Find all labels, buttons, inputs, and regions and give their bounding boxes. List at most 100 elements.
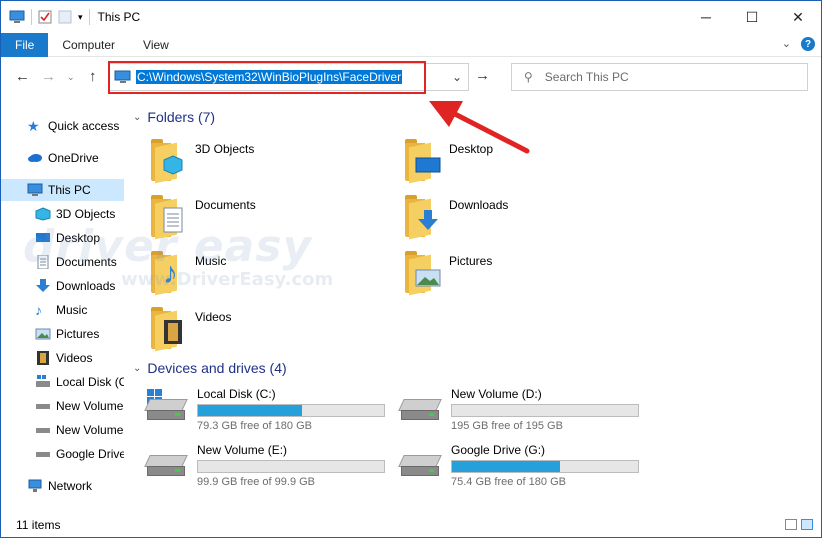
this-pc-icon[interactable] [9, 10, 25, 24]
tab-view[interactable]: View [129, 33, 183, 57]
drive-free-space: 75.4 GB free of 180 GB [451, 476, 566, 488]
sidebar-item-label: Music [56, 303, 88, 317]
search-box[interactable]: ⚲ Search This PC [511, 63, 808, 91]
customize-toolbar-icon[interactable]: ▾ [78, 12, 83, 23]
drive-new-volume-e[interactable]: New Volume (E:) 99.9 GB free of 99.9 GB [144, 443, 385, 488]
drive-icon [35, 423, 51, 437]
sidebar-item-label: This PC [48, 183, 91, 197]
desktop-icon [415, 157, 441, 173]
address-bar[interactable]: C:\Windows\System32\WinBioPlugIns\FaceDr… [108, 61, 469, 94]
drive-label: Local Disk (C:) [197, 387, 276, 401]
address-dropdown-icon[interactable]: ⌄ [452, 70, 462, 84]
sidebar-item-local-disk-c[interactable]: Local Disk (C:) [1, 371, 124, 393]
ribbon-tabs: File Computer View ⌄ ? [1, 32, 821, 57]
sidebar-item-label: 3D Objects [56, 207, 116, 221]
watermark-logo: driver easy [23, 221, 313, 272]
go-arrow-icon[interactable]: → [475, 67, 490, 84]
forward-arrow-icon[interactable]: → [41, 68, 56, 85]
up-arrow-icon[interactable]: ↑ [89, 68, 97, 85]
sidebar-item-downloads[interactable]: Downloads [1, 275, 124, 297]
drive-google-drive-g[interactable]: Google Drive (G:) 75.4 GB free of 180 GB [398, 443, 639, 488]
sidebar-item-label: Network [48, 479, 93, 493]
tab-file[interactable]: File [1, 32, 49, 57]
details-view-icon[interactable] [785, 519, 797, 530]
picture-icon [415, 269, 441, 287]
sidebar-item-label: OneDrive [48, 151, 99, 165]
chevron-down-icon: ⌄ [133, 111, 142, 123]
new-folder-icon[interactable] [58, 10, 72, 24]
sidebar-item-google-drive-g[interactable]: Google Drive (G:) [1, 443, 124, 465]
drive-usage-bar [451, 460, 639, 473]
sidebar-item-new-volume-d[interactable]: New Volume (D:) [1, 395, 124, 417]
folder-label: Pictures [449, 254, 493, 268]
help-icon[interactable]: ? [801, 37, 815, 51]
chevron-down-icon: ⌄ [133, 362, 142, 374]
film-icon [164, 320, 182, 344]
maximize-button[interactable]: ☐ [729, 1, 775, 33]
drive-usage-bar [197, 404, 385, 417]
folder-label: Documents [195, 198, 256, 212]
minimize-button[interactable]: ─ [683, 1, 729, 33]
sidebar-item-new-volume-e[interactable]: New Volume (E:) [1, 419, 124, 441]
drives-group-header[interactable]: ⌄ Devices and drives (4) [133, 360, 287, 376]
folder-icon [405, 139, 441, 184]
cube-icon [35, 207, 51, 221]
download-arrow-icon [418, 210, 438, 230]
large-icons-view-icon[interactable] [801, 519, 813, 530]
drive-new-volume-d[interactable]: New Volume (D:) 195 GB free of 195 GB [398, 387, 639, 432]
expand-ribbon-icon[interactable]: ⌄ [782, 37, 791, 51]
drive-local-disk-c[interactable]: Local Disk (C:) 79.3 GB free of 180 GB [144, 387, 385, 432]
recent-locations-icon[interactable]: ⌄ [67, 72, 75, 83]
sidebar-item-this-pc[interactable]: This PC [1, 179, 124, 201]
drive-icon [35, 447, 51, 461]
sidebar-item-label: Local Disk (C:) [56, 375, 124, 389]
drive-icon [398, 447, 443, 483]
sidebar-item-pictures[interactable]: Pictures [1, 323, 124, 345]
download-arrow-icon [35, 279, 51, 293]
this-pc-icon [27, 183, 43, 197]
item-count: 11 items [16, 518, 61, 532]
drive-label: New Volume (E:) [197, 443, 288, 457]
folder-downloads[interactable]: Downloads [405, 195, 508, 240]
drive-free-space: 99.9 GB free of 99.9 GB [197, 476, 316, 488]
close-button[interactable]: ✕ [775, 1, 821, 33]
folder-pictures[interactable]: Pictures [405, 251, 493, 296]
cloud-icon [27, 151, 43, 165]
group-title: Devices and drives (4) [147, 360, 287, 376]
sidebar-item-onedrive[interactable]: OneDrive [1, 147, 124, 169]
sidebar-item-network[interactable]: Network [1, 475, 124, 497]
watermark-url: www.DriverEasy.com [121, 269, 334, 290]
windows-drive-icon [144, 389, 189, 427]
drive-free-space: 195 GB free of 195 GB [451, 420, 563, 432]
view-toggle [785, 519, 813, 530]
tab-computer[interactable]: Computer [48, 33, 129, 57]
folder-3d-objects[interactable]: 3D Objects [151, 139, 255, 184]
navigation-pane: ★ Quick access OneDrive This PC 3D Objec… [1, 99, 124, 509]
drive-icon [35, 399, 51, 413]
folder-icon [405, 251, 441, 296]
folder-icon [151, 139, 187, 184]
sidebar-item-label: New Volume (D:) [56, 399, 124, 413]
sidebar-item-music[interactable]: ♪ Music [1, 299, 124, 321]
folder-label: 3D Objects [195, 142, 255, 156]
sidebar-item-videos[interactable]: Videos [1, 347, 124, 369]
sidebar-item-quick-access[interactable]: ★ Quick access [1, 115, 124, 137]
group-title: Folders (7) [147, 109, 216, 125]
network-icon [27, 479, 43, 493]
properties-icon[interactable] [38, 10, 52, 24]
drive-usage-bar [451, 404, 639, 417]
ribbon-right-controls: ⌄ ? [782, 37, 815, 51]
search-placeholder: Search This PC [544, 70, 629, 84]
back-arrow-icon[interactable]: ← [15, 68, 30, 85]
search-icon: ⚲ [524, 70, 533, 84]
sidebar-item-label: Google Drive (G:) [56, 447, 124, 461]
folders-group-header[interactable]: ⌄ Folders (7) [133, 109, 215, 125]
folder-label: Desktop [449, 142, 494, 156]
title-bar: ▾ This PC ─ ☐ ✕ [1, 1, 821, 33]
navigation-bar: ← → ⌄ ↑ C:\Windows\System32\WinBioPlugIn… [1, 58, 821, 96]
folder-videos[interactable]: Videos [151, 307, 231, 352]
windows-drive-icon [35, 375, 51, 389]
folder-desktop[interactable]: Desktop [405, 139, 494, 184]
folder-icon [405, 195, 441, 240]
music-note-icon: ♪ [35, 302, 42, 318]
